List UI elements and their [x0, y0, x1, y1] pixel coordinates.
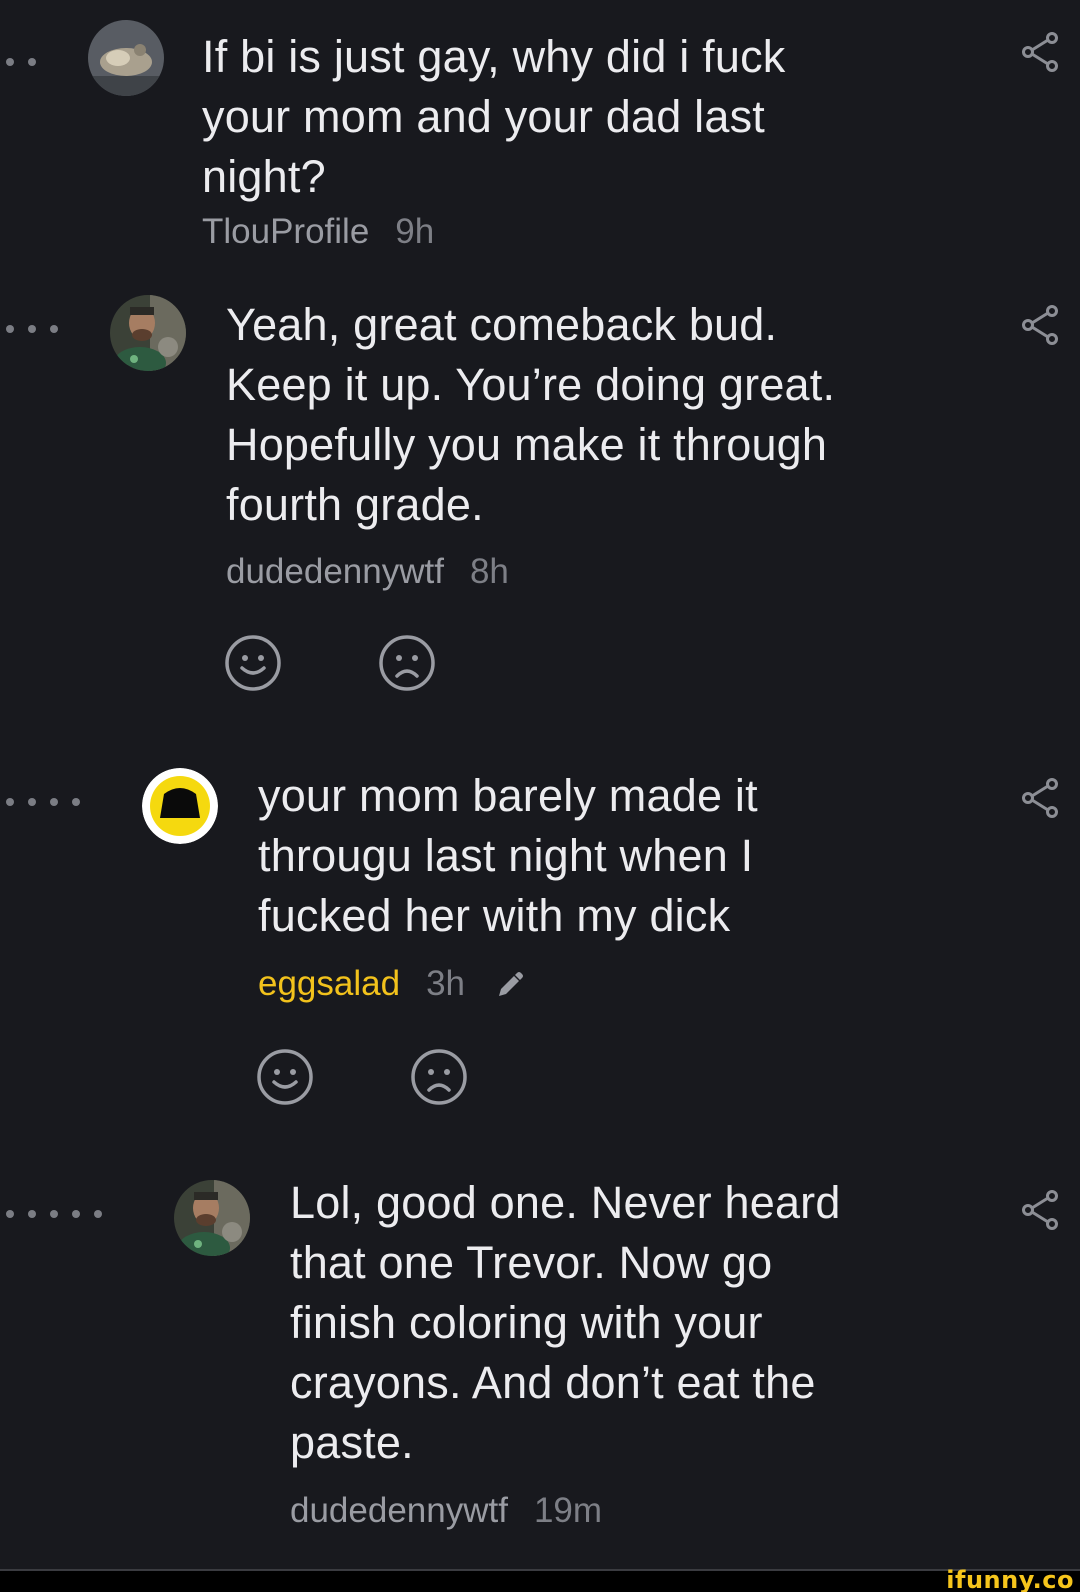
comment-meta: dudedennywtf 19m	[290, 1489, 602, 1533]
comment-time: 8h	[469, 552, 509, 591]
comment-meta: eggsalad 3h	[258, 962, 525, 1006]
avatar[interactable]	[142, 768, 218, 844]
reaction-bar	[256, 1048, 468, 1106]
pencil-icon	[498, 971, 523, 996]
comment-time: 3h	[426, 964, 466, 1003]
frown-icon[interactable]	[410, 1048, 468, 1106]
comment-time: 9h	[395, 212, 435, 251]
comment-text: If bi is just gay, why did i fuck your m…	[202, 31, 786, 202]
share-icon[interactable]	[1020, 1188, 1060, 1232]
ifunny-watermark: ifunny.co	[946, 1566, 1074, 1592]
share-icon[interactable]	[1020, 776, 1060, 820]
comment-text: Lol, good one. Never heard that one Trev…	[290, 1177, 841, 1468]
reaction-bar	[224, 634, 436, 692]
avatar[interactable]	[110, 295, 186, 371]
watermark-bar	[0, 1569, 1080, 1592]
comment-author[interactable]: TlouProfile	[202, 212, 369, 251]
comment-meta: TlouProfile 9h	[202, 210, 434, 254]
share-icon[interactable]	[1020, 30, 1060, 74]
comment-author[interactable]: eggsalad	[258, 964, 400, 1003]
comment-meta: dudedennywtf 8h	[226, 550, 509, 594]
avatar[interactable]	[88, 20, 164, 96]
smile-icon[interactable]	[224, 634, 282, 692]
smile-icon[interactable]	[256, 1048, 314, 1106]
thread-depth-indicator	[6, 798, 80, 806]
frown-icon[interactable]	[378, 634, 436, 692]
comment-author[interactable]: dudedennywtf	[226, 552, 444, 591]
thread-depth-indicator	[6, 325, 58, 333]
comment-thread: If bi is just gay, why did i fuck your m…	[0, 0, 1080, 1592]
thread-depth-indicator	[6, 1210, 102, 1218]
thread-depth-indicator	[6, 58, 36, 66]
comment-text: Yeah, great comeback bud. Keep it up. Yo…	[226, 299, 836, 530]
divider	[0, 1569, 1080, 1571]
comment-time: 19m	[533, 1491, 603, 1530]
share-icon[interactable]	[1020, 303, 1060, 347]
comment-text: your mom barely made it througu last nig…	[258, 770, 758, 941]
avatar[interactable]	[174, 1180, 250, 1256]
comment-author[interactable]: dudedennywtf	[290, 1491, 508, 1530]
